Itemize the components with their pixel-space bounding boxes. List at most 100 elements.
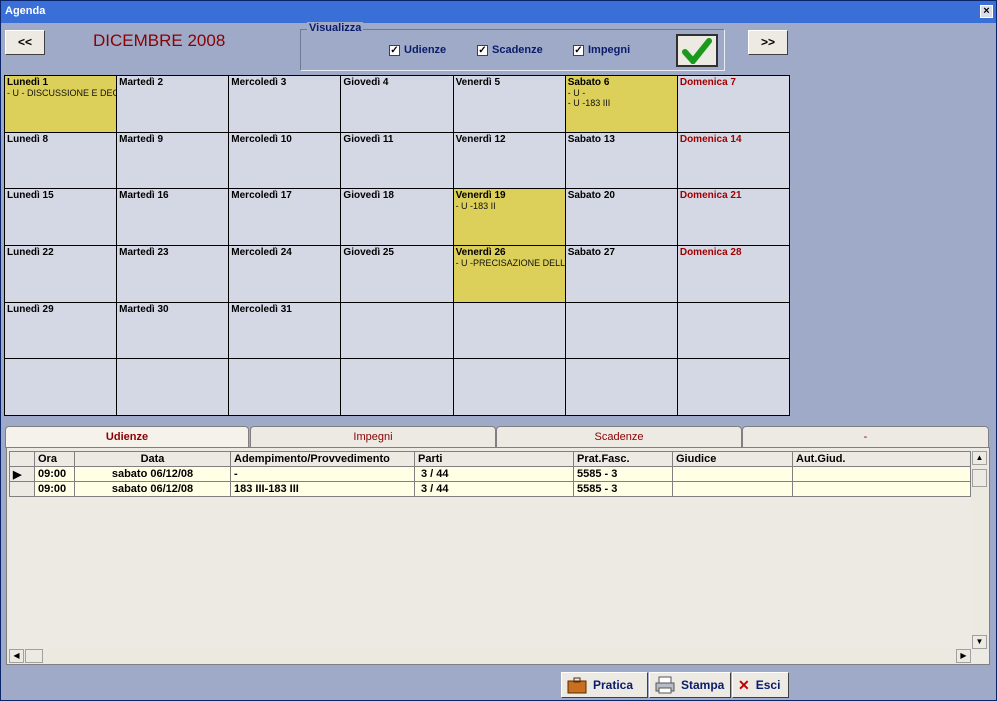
table-row[interactable]: 09:00 sabato 06/12/08 183 III-183 III 3 … — [9, 481, 971, 497]
calendar-day-cell[interactable]: Lunedì 22 — [5, 246, 117, 302]
day-label: Sabato 13 — [567, 133, 615, 145]
day-label: Martedì 30 — [119, 303, 169, 315]
calendar-day-cell[interactable]: Venerdì 5 — [453, 76, 565, 132]
close-button[interactable]: × — [980, 5, 993, 18]
calendar-day-cell[interactable] — [5, 359, 117, 415]
vertical-scrollbar[interactable]: ▲ ▼ — [972, 451, 988, 649]
calendar-day-cell[interactable]: Giovedì 4 — [341, 76, 453, 132]
udienze-checkbox[interactable]: ✓ Udienze — [389, 44, 446, 56]
calendar-day-cell[interactable]: Sabato 27 — [565, 246, 677, 302]
day-label: Martedì 23 — [119, 247, 169, 258]
calendar-day-cell[interactable]: Mercoledì 17 — [229, 189, 341, 245]
calendar-day-cell[interactable]: Sabato 20 — [565, 189, 677, 245]
calendar-day-cell[interactable]: Sabato 13 — [565, 132, 677, 189]
calendar-day-cell[interactable]: Lunedì 1- U - DISCUSSIONE E DECI — [5, 76, 117, 132]
column-header[interactable]: Data — [74, 451, 231, 467]
calendar-day-cell[interactable]: Mercoledì 3 — [229, 76, 341, 132]
calendar-day-cell[interactable]: Martedì 2 — [117, 76, 229, 132]
calendar-day-cell[interactable]: Venerdì 26- U -PRECISAZIONE DELLE — [453, 246, 565, 302]
scroll-thumb[interactable] — [972, 469, 987, 487]
pratica-label: Pratica — [593, 678, 634, 692]
calendar-day-cell[interactable] — [341, 359, 453, 415]
column-header[interactable]: Prat.Fasc. — [573, 451, 673, 467]
scroll-up-icon[interactable]: ▲ — [972, 451, 987, 465]
tab-udienze[interactable]: Udienze — [5, 426, 249, 448]
column-header[interactable]: Ora — [34, 451, 75, 467]
calendar-event[interactable]: - U -PRECISAZIONE DELLE — [456, 258, 565, 268]
scroll-left-icon[interactable]: ◀ — [9, 649, 24, 663]
calendar-day-cell[interactable]: Giovedì 25 — [341, 246, 453, 302]
calendar-day-cell[interactable]: Sabato 6- U -- U -183 III — [565, 76, 677, 132]
stampa-button[interactable]: Stampa — [649, 672, 731, 698]
calendar-event[interactable]: - U - DISCUSSIONE E DECI — [7, 88, 116, 98]
impegni-checkbox[interactable]: ✓ Impegni — [573, 44, 630, 56]
udienze-label: Udienze — [404, 44, 447, 56]
calendar-day-cell[interactable]: Martedì 23 — [117, 246, 229, 302]
calendar-day-cell[interactable]: Martedì 30 — [117, 302, 229, 359]
tab-scadenze[interactable]: Scadenze — [496, 426, 742, 448]
column-header[interactable]: Adempimento/Provvedimento — [230, 451, 415, 467]
cell-autgiud — [792, 466, 971, 482]
scroll-down-icon[interactable]: ▼ — [972, 635, 987, 649]
calendar-day-cell[interactable]: Martedì 16 — [117, 189, 229, 245]
day-label: Mercoledì 10 — [231, 133, 292, 145]
cell-parti: 3 / 44 — [414, 481, 574, 497]
column-header[interactable]: Giudice — [672, 451, 793, 467]
calendar-event[interactable]: - U - — [568, 88, 675, 98]
next-month-button[interactable]: >> — [748, 30, 788, 55]
pratica-button[interactable]: Pratica — [561, 672, 648, 698]
agenda-window: Agenda × << DICEMBRE 2008 >> Visualizza … — [0, 0, 997, 701]
cell-pratica: 5585 - 3 — [573, 466, 673, 482]
day-label: Venerdì 26 — [455, 247, 506, 258]
tab-impegni[interactable]: Impegni — [250, 426, 496, 448]
calendar-day-cell[interactable]: Venerdì 19- U -183 II — [453, 189, 565, 245]
column-header[interactable]: Parti — [414, 451, 574, 467]
calendar-day-cell[interactable]: Lunedì 29 — [5, 302, 117, 359]
calendar-day-cell[interactable]: Mercoledì 10 — [229, 132, 341, 189]
calendar-day-cell[interactable]: Lunedì 8 — [5, 132, 117, 189]
day-label: Sabato 20 — [567, 190, 615, 202]
horizontal-scrollbar[interactable]: ◀ ▶ — [9, 649, 971, 663]
table-row[interactable]: ▶ 09:00 sabato 06/12/08 - 3 / 44 5585 - … — [9, 466, 971, 482]
scadenze-checkbox[interactable]: ✓ Scadenze — [477, 44, 543, 56]
column-header[interactable]: Aut.Giud. — [792, 451, 971, 467]
calendar-day-cell[interactable]: Domenica 21 — [677, 189, 789, 245]
calendar-day-cell[interactable]: Venerdì 12 — [453, 132, 565, 189]
prev-month-button[interactable]: << — [5, 30, 45, 55]
calendar-day-cell[interactable]: Giovedì 11 — [341, 132, 453, 189]
calendar-day-cell[interactable] — [229, 359, 341, 415]
esci-button[interactable]: ✕ Esci — [732, 672, 789, 698]
calendar-day-cell[interactable] — [677, 302, 789, 359]
calendar-day-cell[interactable] — [565, 302, 677, 359]
calendar-day-cell[interactable]: Domenica 7 — [677, 76, 789, 132]
calendar-event[interactable]: - U -183 II — [456, 201, 563, 211]
calendar-event[interactable]: - U -183 III — [568, 98, 675, 108]
day-label: Sabato 6 — [567, 77, 610, 88]
calendar-day-cell[interactable] — [117, 359, 229, 415]
day-label: Domenica 28 — [679, 247, 742, 258]
calendar-day-cell[interactable]: Giovedì 18 — [341, 189, 453, 245]
calendar-day-cell[interactable]: Domenica 28 — [677, 246, 789, 302]
calendar-day-cell[interactable]: Mercoledì 24 — [229, 246, 341, 302]
window-title: Agenda — [5, 5, 46, 17]
calendar-day-cell[interactable] — [677, 359, 789, 415]
calendar-day-cell[interactable]: Mercoledì 31 — [229, 302, 341, 359]
calendar-day-cell[interactable] — [565, 359, 677, 415]
day-label: Lunedì 22 — [7, 247, 54, 258]
calendar-day-cell[interactable] — [341, 302, 453, 359]
cell-pratica: 5585 - 3 — [573, 481, 673, 497]
calendar-day-cell[interactable]: Domenica 14 — [677, 132, 789, 189]
day-label: Giovedì 25 — [343, 247, 394, 258]
calendar-day-cell[interactable] — [453, 359, 565, 415]
tab-other[interactable]: - — [742, 426, 989, 448]
calendar-day-cell[interactable]: Martedì 9 — [117, 132, 229, 189]
apply-button[interactable] — [676, 34, 718, 67]
calendar-day-cell[interactable] — [453, 302, 565, 359]
tab-strip: Udienze Impegni Scadenze - — [5, 426, 990, 448]
calendar-day-cell[interactable]: Lunedì 15 — [5, 189, 117, 245]
scroll-right-icon[interactable]: ▶ — [956, 649, 971, 663]
hscroll-thumb[interactable] — [25, 649, 43, 663]
udienze-table: Ora Data Adempimento/Provvedimento Parti… — [9, 451, 971, 497]
cell-giudice — [672, 466, 793, 482]
cell-autgiud — [792, 481, 971, 497]
